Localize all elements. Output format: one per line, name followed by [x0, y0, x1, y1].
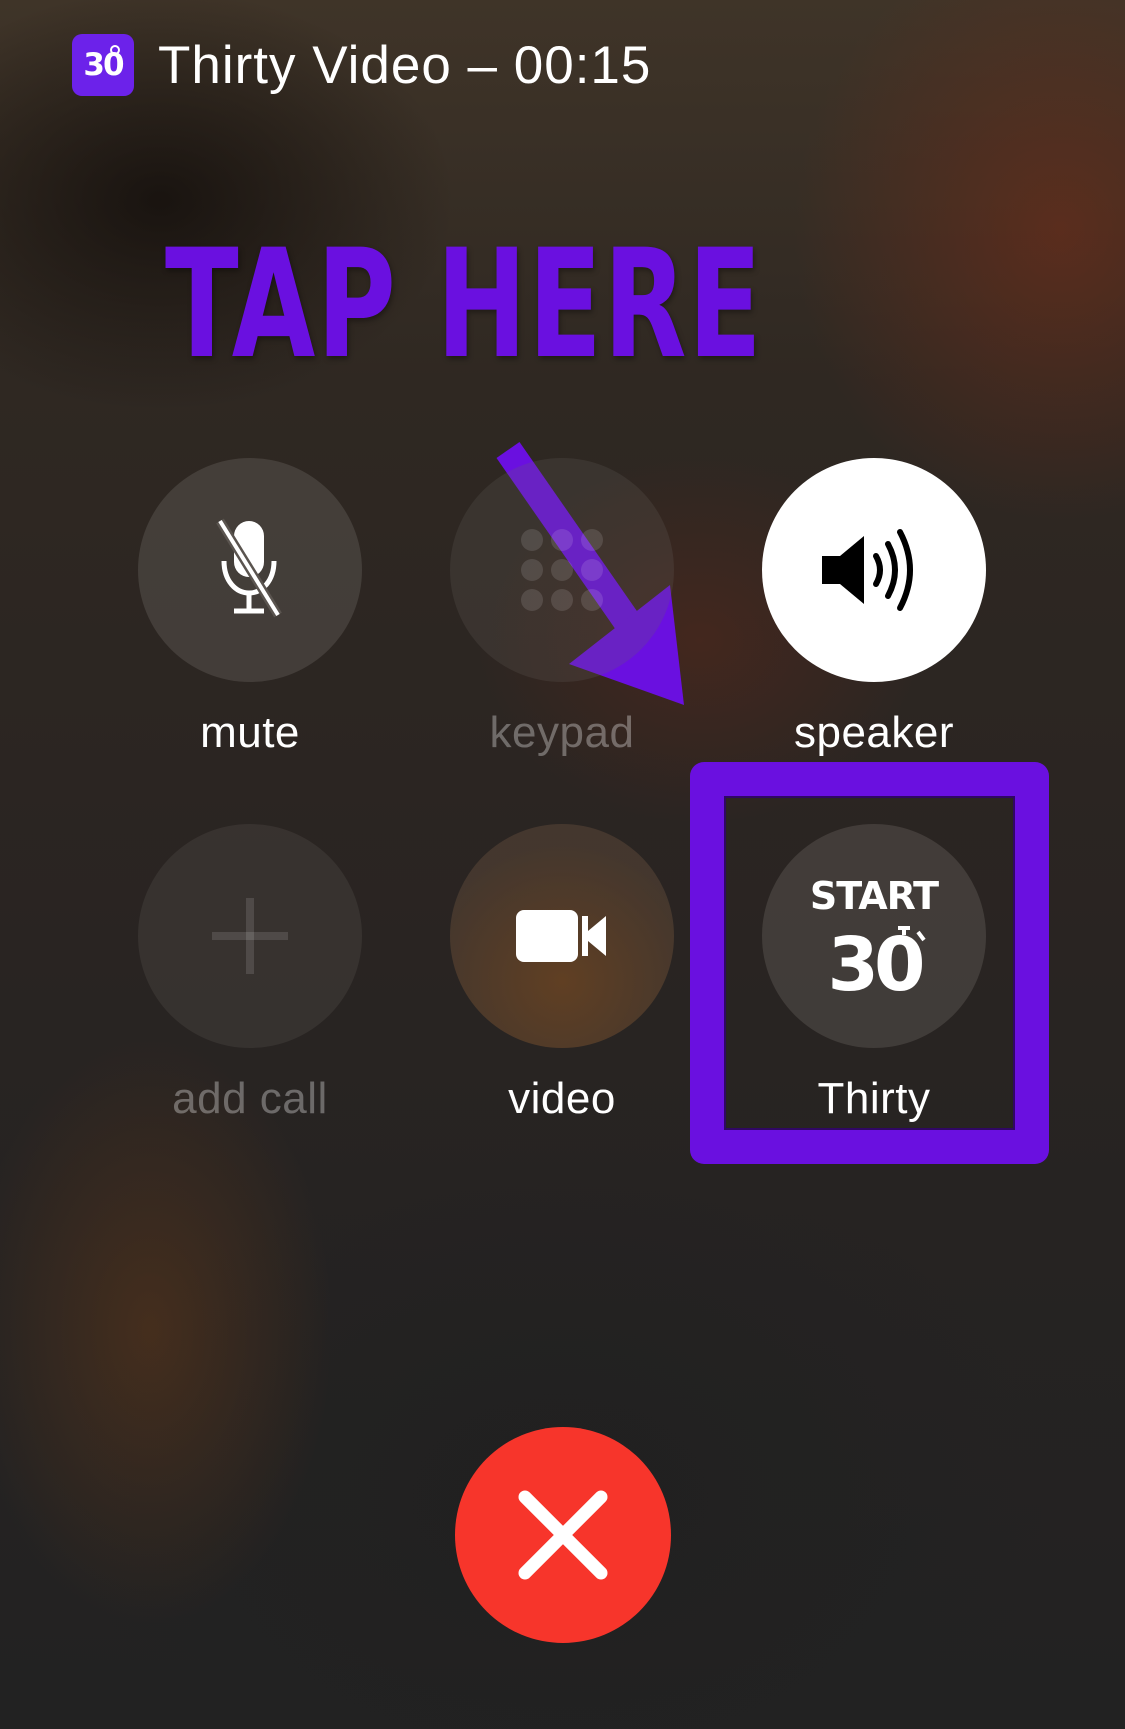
plus-icon: [212, 898, 288, 974]
speaker-icon: [822, 529, 913, 611]
speaker-button[interactable]: [762, 458, 986, 682]
video-label: video: [508, 1074, 616, 1123]
keypad-label: keypad: [489, 708, 635, 757]
highlight-box: [690, 762, 1049, 1164]
keypad-icon: [521, 529, 603, 611]
add-call-button: [138, 824, 362, 1048]
mic-slash-icon: [216, 518, 282, 618]
speaker-label: speaker: [793, 708, 955, 757]
mute-label: mute: [200, 708, 300, 757]
video-button[interactable]: [450, 824, 674, 1048]
add-call-label: add call: [172, 1074, 328, 1123]
mute-button[interactable]: [138, 458, 362, 682]
end-call-button[interactable]: [455, 1427, 671, 1643]
close-icon: [518, 1490, 608, 1580]
keypad-button: [450, 458, 674, 682]
video-camera-icon: [516, 910, 606, 962]
